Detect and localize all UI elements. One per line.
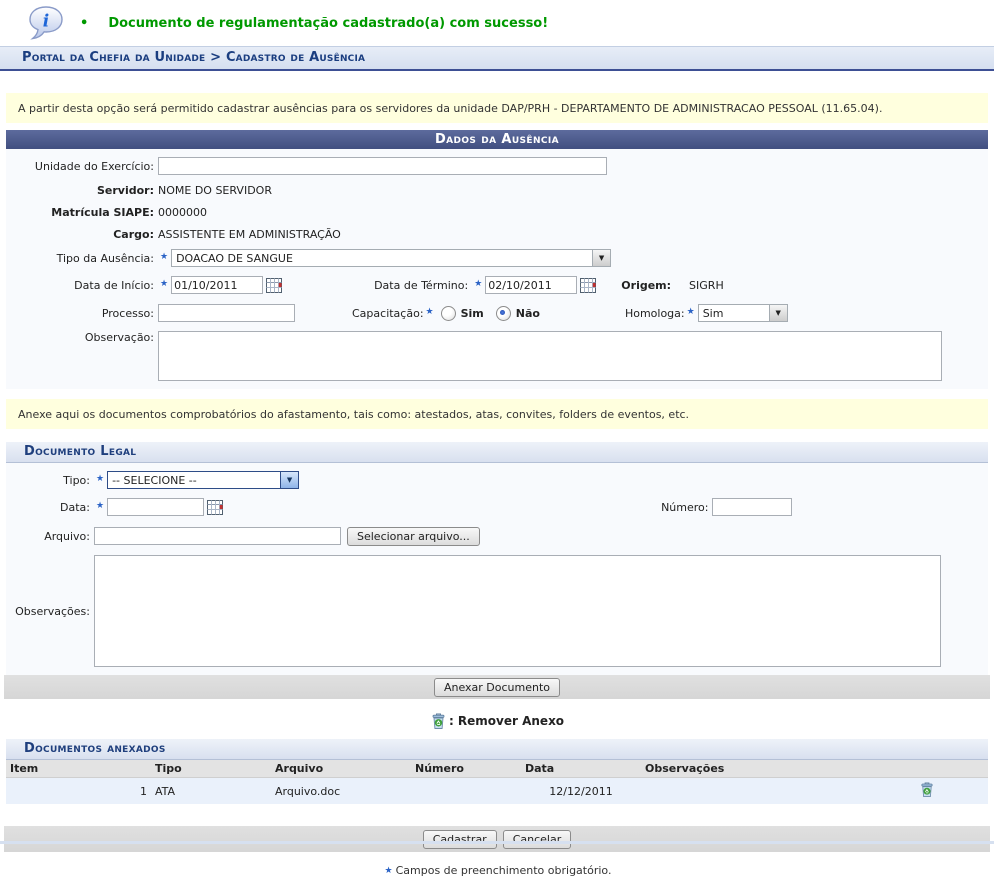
documentos-anexados-table: Item Tipo Arquivo Número Data Observaçõe… <box>6 760 988 824</box>
cargo-label: Cargo: <box>6 228 158 241</box>
cell-data: 12/12/2011 <box>521 778 641 805</box>
data-termino-input[interactable] <box>485 276 577 294</box>
col-actions <box>866 760 988 778</box>
calendar-icon[interactable] <box>207 500 223 515</box>
cadastrar-button[interactable]: Cadastrar <box>423 830 497 849</box>
servidor-value: NOME DO SERVIDOR <box>158 184 272 197</box>
section-title-dados-ausencia: Dados da Ausência <box>6 130 988 149</box>
col-item: Item <box>6 760 151 778</box>
processo-input[interactable] <box>158 304 295 322</box>
capacitacao-nao-label: Não <box>516 307 540 320</box>
capacitacao-sim-radio[interactable] <box>441 306 456 321</box>
remover-anexo-label: : Remover Anexo <box>449 714 564 728</box>
cancelar-button[interactable]: Cancelar <box>503 830 572 849</box>
observacao-textarea[interactable] <box>158 331 942 381</box>
calendar-icon[interactable] <box>266 278 282 293</box>
cell-observacoes <box>641 778 866 805</box>
homologa-selected-value: Sim <box>699 305 769 321</box>
attach-note-text: Anexe aqui os documentos comprobatórios … <box>18 408 689 421</box>
required-star-icon: ★ <box>96 501 104 511</box>
observacao-label: Observação: <box>6 331 158 344</box>
section-title-documento-legal: Documento Legal <box>6 442 988 463</box>
cell-numero <box>411 778 521 805</box>
required-star-icon: ★ <box>687 307 695 317</box>
trash-icon <box>430 712 447 730</box>
tipo-ausencia-select[interactable]: DOACAO DE SANGUE ▼ <box>171 249 611 267</box>
cargo-value: ASSISTENTE EM ADMINISTRAÇÃO <box>158 228 341 241</box>
anexar-documento-button[interactable]: Anexar Documento <box>434 678 560 697</box>
chevron-down-icon[interactable]: ▼ <box>769 305 787 321</box>
doc-observacoes-textarea[interactable] <box>94 555 941 667</box>
doc-data-input[interactable] <box>107 498 204 516</box>
required-star-icon: ★ <box>160 279 168 289</box>
calendar-icon[interactable] <box>580 278 596 293</box>
capacitacao-sim-label: Sim <box>461 307 484 320</box>
footnote-text: Campos de preenchimento obrigatório. <box>396 864 612 877</box>
tipo-ausencia-selected-value: DOACAO DE SANGUE <box>172 250 592 266</box>
col-tipo: Tipo <box>151 760 271 778</box>
documento-legal-panel: Tipo: ★ -- SELECIONE -- ▼ Data: ★ Número… <box>6 463 988 675</box>
doc-tipo-selected-value: -- SELECIONE -- <box>108 472 280 488</box>
breadcrumb: Portal da Chefia da Unidade > Cadastro d… <box>0 46 994 71</box>
dados-ausencia-panel: Unidade do Exercício: Servidor: NOME DO … <box>6 149 988 389</box>
unidade-exercicio-input[interactable] <box>158 157 607 175</box>
required-star-icon: ★ <box>426 307 434 317</box>
processo-label: Processo: <box>6 307 158 320</box>
homologa-label: Homologa: <box>625 307 685 320</box>
table-empty-row <box>6 804 988 824</box>
matricula-siape-label: Matrícula SIAPE: <box>6 206 158 219</box>
origem-label: Origem: <box>621 279 671 292</box>
col-observacoes: Observações <box>641 760 866 778</box>
col-data: Data <box>521 760 641 778</box>
table-header-row: Item Tipo Arquivo Número Data Observaçõe… <box>6 760 988 778</box>
capacitacao-label: Capacitação: <box>352 307 424 320</box>
cell-arquivo: Arquivo.doc <box>271 778 411 805</box>
doc-arquivo-input[interactable] <box>94 527 341 545</box>
info-balloon-icon: i <box>26 5 64 42</box>
intro-note: A partir desta opção será permitido cada… <box>6 93 988 123</box>
tipo-ausencia-label: Tipo da Ausência: <box>6 252 158 265</box>
message-bullet: • <box>80 16 88 31</box>
table-row: 1 ATA Arquivo.doc 12/12/2011 <box>6 778 988 805</box>
homologa-select[interactable]: Sim ▼ <box>698 304 788 322</box>
actions-bar: Cadastrar Cancelar <box>4 826 990 852</box>
col-numero: Número <box>411 760 521 778</box>
chevron-down-icon[interactable]: ▼ <box>280 472 298 488</box>
intro-note-text: A partir desta opção será permitido cada… <box>18 102 882 115</box>
data-termino-label: Data de Término: <box>374 279 472 292</box>
doc-arquivo-label: Arquivo: <box>6 530 94 543</box>
remover-anexo-legend: : Remover Anexo <box>0 711 994 731</box>
cell-remove <box>866 778 988 805</box>
doc-tipo-label: Tipo: <box>6 474 94 487</box>
cell-tipo: ATA <box>151 778 271 805</box>
required-star-icon: ★ <box>385 866 393 876</box>
doc-numero-label: Número: <box>661 501 708 514</box>
doc-data-label: Data: <box>6 501 94 514</box>
required-star-icon: ★ <box>474 279 482 289</box>
anexar-bar: Anexar Documento <box>4 675 990 699</box>
selecionar-arquivo-button[interactable]: Selecionar arquivo... <box>347 527 480 546</box>
success-message-text: Documento de regulamentação cadastrado(a… <box>108 16 548 31</box>
required-fields-footnote: ★ Campos de preenchimento obrigatório. <box>0 852 994 877</box>
servidor-label: Servidor: <box>6 184 158 197</box>
matricula-siape-value: 0000000 <box>158 206 207 219</box>
required-star-icon: ★ <box>96 474 104 484</box>
success-message-bar: i • Documento de regulamentação cadastra… <box>0 0 994 46</box>
required-star-icon: ★ <box>160 252 168 262</box>
col-arquivo: Arquivo <box>271 760 411 778</box>
doc-observacoes-label: Observações: <box>6 605 94 618</box>
chevron-down-icon[interactable]: ▼ <box>592 250 610 266</box>
trash-icon[interactable] <box>919 781 935 798</box>
doc-numero-input[interactable] <box>712 498 792 516</box>
origem-value: SIGRH <box>689 279 724 292</box>
section-title-documentos-anexados: Documentos anexados <box>6 739 988 760</box>
unidade-exercicio-label: Unidade do Exercício: <box>6 160 158 173</box>
doc-tipo-select[interactable]: -- SELECIONE -- ▼ <box>107 471 299 489</box>
attach-note: Anexe aqui os documentos comprobatórios … <box>6 399 988 429</box>
data-inicio-label: Data de Início: <box>6 279 158 292</box>
capacitacao-nao-radio[interactable] <box>496 306 511 321</box>
cell-item: 1 <box>6 778 151 805</box>
svg-text:i: i <box>43 11 49 31</box>
data-inicio-input[interactable] <box>171 276 263 294</box>
